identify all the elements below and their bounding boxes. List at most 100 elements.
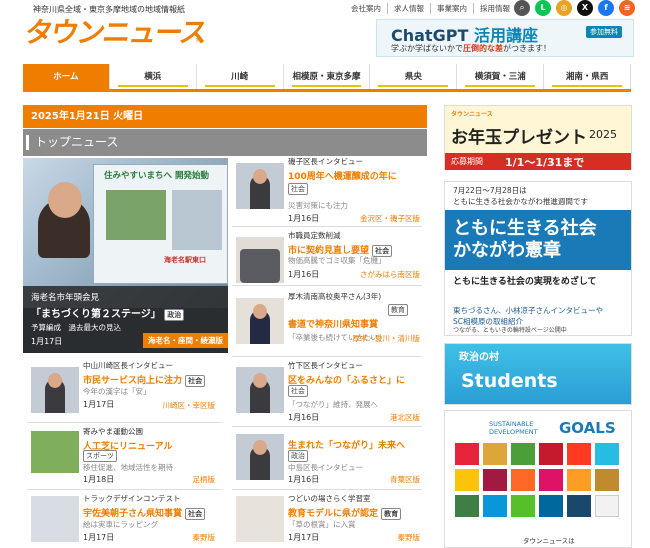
sdg-7-icon (455, 469, 479, 491)
link-business[interactable]: 事業案内 (430, 3, 473, 14)
news-category: 寄みやま運動公園 (83, 427, 143, 436)
nav-kenou[interactable]: 県央 (370, 64, 458, 89)
news-title-text: 宇佐美朝子さん県知事賞 (83, 509, 183, 519)
link-jobs[interactable]: 求人情報 (387, 3, 430, 14)
sdg-14-icon (483, 495, 507, 517)
sdg-2-icon (483, 443, 507, 465)
nav-label: 川崎 (231, 72, 249, 82)
news-item[interactable]: 竹下区長インタビュー 区をみんなの「ふるさと」に 社会 「つながり」維持、発展へ… (228, 359, 426, 439)
nav-sagamihara[interactable]: 相模原・東京多摩 (284, 64, 371, 89)
link-recruit[interactable]: 採用情報 (473, 3, 516, 14)
news-category: つどいの場さらく学習室 (288, 494, 371, 503)
sdg-8-icon (483, 469, 507, 491)
search-icon[interactable]: ⌕ (514, 0, 530, 16)
nav-shonan[interactable]: 湘南・県西 (544, 64, 632, 89)
news-tag: 社会 (288, 385, 308, 397)
sdg-9-icon (511, 469, 535, 491)
facebook-icon[interactable]: f (598, 0, 614, 16)
hero-summary: 予算編成 過去最大の見込 (31, 323, 121, 332)
news-item[interactable]: トラックデザインコンテスト 宇佐美朝子さん県知事賞 社会 絵は実車にラッピング … (23, 492, 221, 548)
news-area[interactable]: さがみはら南区版 (360, 269, 420, 280)
ad2-small: 東ちづるさん、小林凉子さんインタビューや SC相模原の取組紹介 (453, 305, 603, 327)
news-tag: 教育 (381, 508, 402, 520)
sdg-1-icon (455, 443, 479, 465)
news-item[interactable]: 厚木清南高校奥平さん(3年) 教育 書道で神奈川県知事賞 「卒業後も続けていきた… (228, 290, 426, 370)
news-title: 市民サービス向上に注力 社会 (83, 373, 206, 387)
news-area[interactable]: 厚木・愛川・清川版 (353, 333, 421, 344)
hero-category: 海老名市年頭会見 (31, 293, 100, 303)
sdg-12-icon (595, 469, 619, 491)
nav-yokosuka[interactable]: 横須賀・三浦 (457, 64, 545, 89)
ad1-brand: タウンニュース (451, 111, 493, 118)
news-area[interactable]: 秦野版 (193, 532, 216, 543)
nav-yokohama[interactable]: 横浜 (110, 64, 197, 89)
logo-registered-mark: ® (195, 37, 201, 44)
nav-label: 横浜 (144, 72, 162, 82)
newyear-present-ad[interactable]: タウンニュース お年玉プレゼント 2025 応募期間 1/1〜1/31まで (444, 105, 632, 170)
ad1-period: 1/1〜1/31まで (505, 156, 585, 169)
ad-sub-c: がつきます！ (503, 44, 551, 53)
ad1-bar: 応募期間 1/1〜1/31まで (445, 153, 631, 170)
news-area[interactable]: 港北区版 (390, 412, 420, 423)
nav-kawasaki[interactable]: 川崎 (197, 64, 284, 89)
news-area[interactable]: 金沢区・磯子区版 (360, 213, 420, 224)
news-thumb (236, 298, 284, 344)
news-title: 書道で神奈川県知事賞 (288, 320, 379, 330)
seiji-students-ad[interactable]: 政治の村 Students (444, 343, 632, 405)
hero-board-title: 住みやすいまちへ 開発始動 (104, 171, 209, 181)
news-summary: 移住促進、地域活性を期待 (83, 463, 173, 472)
sdg-13-icon (455, 495, 479, 517)
divider (27, 422, 223, 423)
news-item[interactable]: 磯子区長インタビュー 100周年へ機運醸成の年に 社会 災害対策にも注力 1月1… (228, 155, 426, 235)
nav-label: 横須賀・三浦 (474, 72, 526, 82)
news-tag: 教育 (388, 304, 408, 316)
nav-label: 湘南・県西 (565, 72, 609, 82)
news-thumb (236, 367, 284, 413)
news-item[interactable]: つどいの場さらく学習室 教育モデルに県が認定 教育 「草の根賞」に入賞 1月17… (228, 492, 426, 548)
news-area[interactable]: 足柄版 (193, 474, 216, 485)
sidebar: タウンニュース お年玉プレゼント 2025 応募期間 1/1〜1/31まで 7月… (444, 105, 632, 548)
news-thumb (236, 163, 284, 209)
news-summary: 「草の根賞」に入賞 (288, 520, 356, 529)
hero-footer: 1月17日 海老名・座間・綾瀬版 (23, 333, 228, 353)
news-area[interactable]: 秦野版 (398, 532, 421, 543)
hero-article[interactable]: 住みやすいまちへ 開発始動 海老名駅東口 海老名市年頭会見 「まちづくり第２ステ… (23, 158, 228, 353)
divider (232, 226, 422, 227)
divider (232, 426, 422, 427)
news-summary: 絵は実車にラッピング (83, 520, 158, 529)
news-category: 厚木清南高校奥平さん(3年) (288, 292, 382, 301)
ad2-top: 7月22日〜7月28日は ともに生きる社会かながわ推進週間です (453, 185, 588, 207)
sdg-17-icon (567, 495, 591, 517)
news-title-text: 市民サービス向上に注力 (83, 376, 183, 386)
ad4-title: SUSTAINABLE DEVELOPMENT (489, 420, 538, 436)
news-summary: 中島区長インタビュー (288, 463, 363, 472)
ad1-title: お年玉プレゼント (451, 128, 587, 148)
news-thumb (236, 434, 284, 480)
hero-date: 1月17日 (31, 337, 63, 346)
kanagawa-charter-ad[interactable]: 7月22日〜7月28日は ともに生きる社会かながわ推進週間です ともに生きる社会か… (444, 181, 632, 336)
rss-icon[interactable]: ≋ (619, 0, 635, 16)
divider (232, 356, 422, 357)
nav-label: 相模原・東京多摩 (292, 72, 361, 82)
news-area[interactable]: 川崎区・幸区版 (163, 400, 216, 411)
line-icon[interactable]: L (535, 0, 551, 16)
hero-title-text: 「まちづくり第２ステージ」 (31, 309, 161, 320)
site-logo[interactable]: タウンニュース (22, 16, 208, 50)
hero-area-badge[interactable]: 海老名・座間・綾瀬版 (143, 333, 228, 348)
news-title-text: 教育モデルに県が認定 (288, 509, 379, 519)
sdg-10-icon (539, 469, 563, 491)
chatgpt-course-ad[interactable]: ChatGPT 活用講座 参加無料 学ぶか学ばないかで圧倒的な差がつきます！ (376, 19, 634, 57)
news-area[interactable]: 青葉区版 (390, 474, 420, 485)
news-tag: 社会 (185, 508, 206, 520)
link-company[interactable]: 会社案内 (345, 3, 387, 14)
region-nav: ホーム 横浜 川崎 相模原・東京多摩 県央 横須賀・三浦 湘南・県西 (23, 64, 632, 92)
nav-home[interactable]: ホーム (23, 64, 110, 89)
x-icon[interactable]: X (577, 0, 593, 16)
ad2-title-box: ともに生きる社会 かながわ憲章 (445, 210, 631, 270)
news-summary: 災害対策にも注力 (288, 201, 348, 210)
nav-label: 県央 (404, 72, 422, 82)
ad4-title-a: SUSTAINABLE (489, 420, 534, 428)
news-category: 中山川崎区長インタビュー (83, 361, 173, 370)
instagram-icon[interactable]: ◎ (556, 0, 572, 16)
sdgs-ad[interactable]: SUSTAINABLE DEVELOPMENT GOALS タウンニュースは (444, 410, 632, 548)
